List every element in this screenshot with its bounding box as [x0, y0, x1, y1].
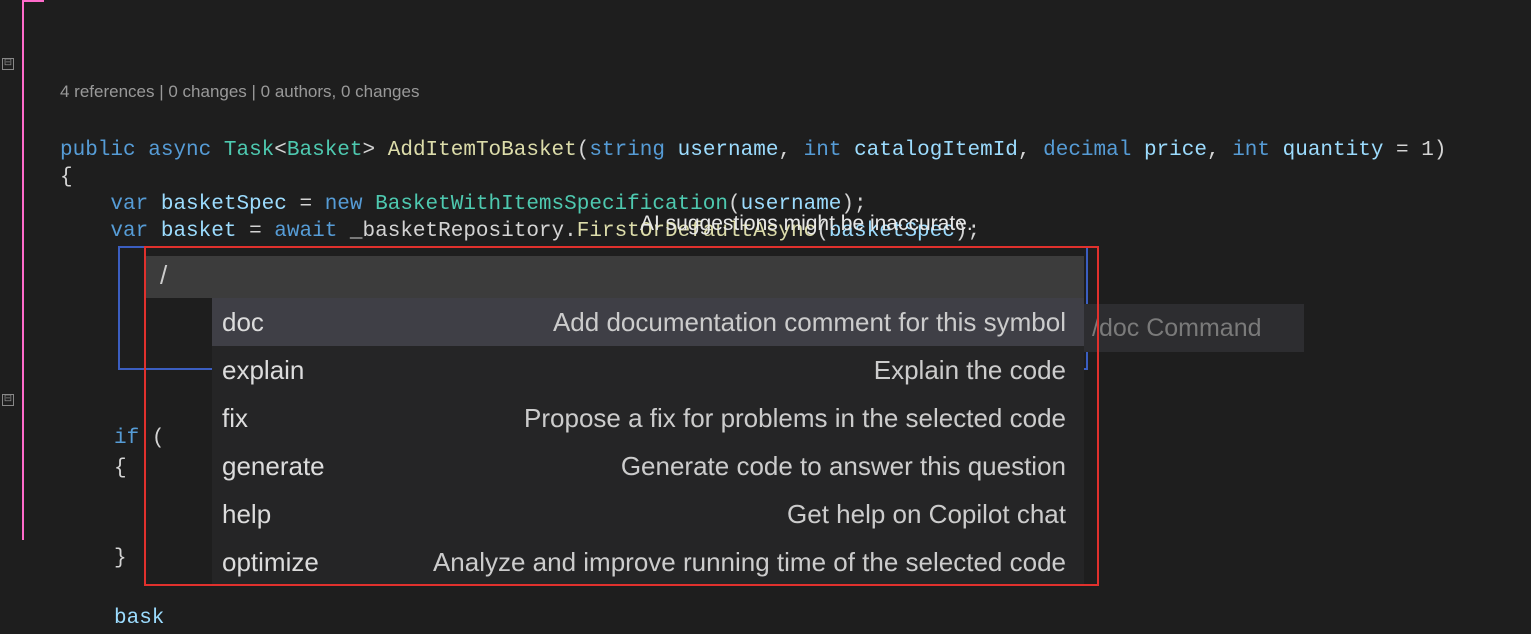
suggestion-name: help	[222, 499, 271, 530]
change-marker	[22, 0, 24, 540]
param-price: price	[1144, 139, 1207, 162]
keyword-new: new	[325, 193, 363, 216]
keyword-await: await	[274, 220, 337, 243]
param-quantity: quantity	[1283, 139, 1384, 162]
keyword-string: string	[589, 139, 665, 162]
suggestion-name: generate	[222, 451, 325, 482]
operator-eq: =	[287, 193, 325, 216]
literal-default: 1	[1421, 139, 1434, 162]
paren: (	[152, 427, 165, 450]
brace-open-if: {	[114, 457, 127, 480]
keyword-if: if	[114, 427, 139, 450]
type-basket: Basket	[287, 139, 363, 162]
keyword-var2: var	[110, 220, 148, 243]
change-marker-top	[22, 0, 44, 2]
local-basketspec: basketSpec	[161, 193, 287, 216]
token-bask: bask	[114, 607, 164, 630]
suggestion-name: doc	[222, 307, 264, 338]
fold-toggle-if[interactable]: ⊟	[2, 394, 14, 406]
suggestion-desc: Explain the code	[874, 355, 1066, 386]
suggestion-desc: Add documentation comment for this symbo…	[553, 307, 1066, 338]
fold-toggle-method[interactable]: ⊟	[2, 58, 14, 70]
input-text: /	[160, 260, 167, 291]
field-repo: _basketRepository	[350, 220, 564, 243]
suggestion-name: optimize	[222, 547, 319, 578]
code-below: if ( { } bask	[114, 394, 164, 634]
suggestion-optimize[interactable]: optimize Analyze and improve running tim…	[212, 538, 1084, 586]
brace-close-if: }	[114, 547, 127, 570]
suggestion-desc: Analyze and improve running time of the …	[433, 547, 1066, 578]
suggestion-doc[interactable]: doc Add documentation comment for this s…	[212, 298, 1084, 346]
suggestion-fix[interactable]: fix Propose a fix for problems in the se…	[212, 394, 1084, 442]
keyword-int: int	[804, 139, 842, 162]
keyword-var: var	[110, 193, 148, 216]
inline-chat-input[interactable]: /	[146, 256, 1084, 298]
suggestion-generate[interactable]: generate Generate code to answer this qu…	[212, 442, 1084, 490]
command-tooltip: /doc Command	[1084, 304, 1304, 352]
keyword-async: async	[148, 139, 211, 162]
method-name: AddItemToBasket	[388, 139, 577, 162]
keyword-int2: int	[1232, 139, 1270, 162]
operator-eq2: =	[236, 220, 274, 243]
suggestion-name: explain	[222, 355, 304, 386]
suggestion-desc: Generate code to answer this question	[621, 451, 1066, 482]
suggestion-explain[interactable]: explain Explain the code	[212, 346, 1084, 394]
suggestion-desc: Get help on Copilot chat	[787, 499, 1066, 530]
param-catalogItemId: catalogItemId	[854, 139, 1018, 162]
param-username: username	[678, 139, 779, 162]
keyword-public: public	[60, 139, 136, 162]
suggestion-name: fix	[222, 403, 248, 434]
brace-open: {	[60, 166, 73, 189]
keyword-decimal: decimal	[1043, 139, 1131, 162]
codelens[interactable]: 4 references | 0 changes | 0 authors, 0 …	[60, 82, 1446, 102]
tooltip-text: /doc Command	[1092, 314, 1262, 343]
command-suggestion-list: doc Add documentation comment for this s…	[212, 298, 1084, 586]
type-task: Task	[224, 139, 274, 162]
suggestion-desc: Propose a fix for problems in the select…	[524, 403, 1066, 434]
suggestion-help[interactable]: help Get help on Copilot chat	[212, 490, 1084, 538]
local-basket: basket	[161, 220, 237, 243]
editor-gutter: ⊟ ⊟	[0, 0, 20, 586]
ai-inaccuracy-note: AI suggestions might be inaccurate.	[640, 212, 973, 236]
